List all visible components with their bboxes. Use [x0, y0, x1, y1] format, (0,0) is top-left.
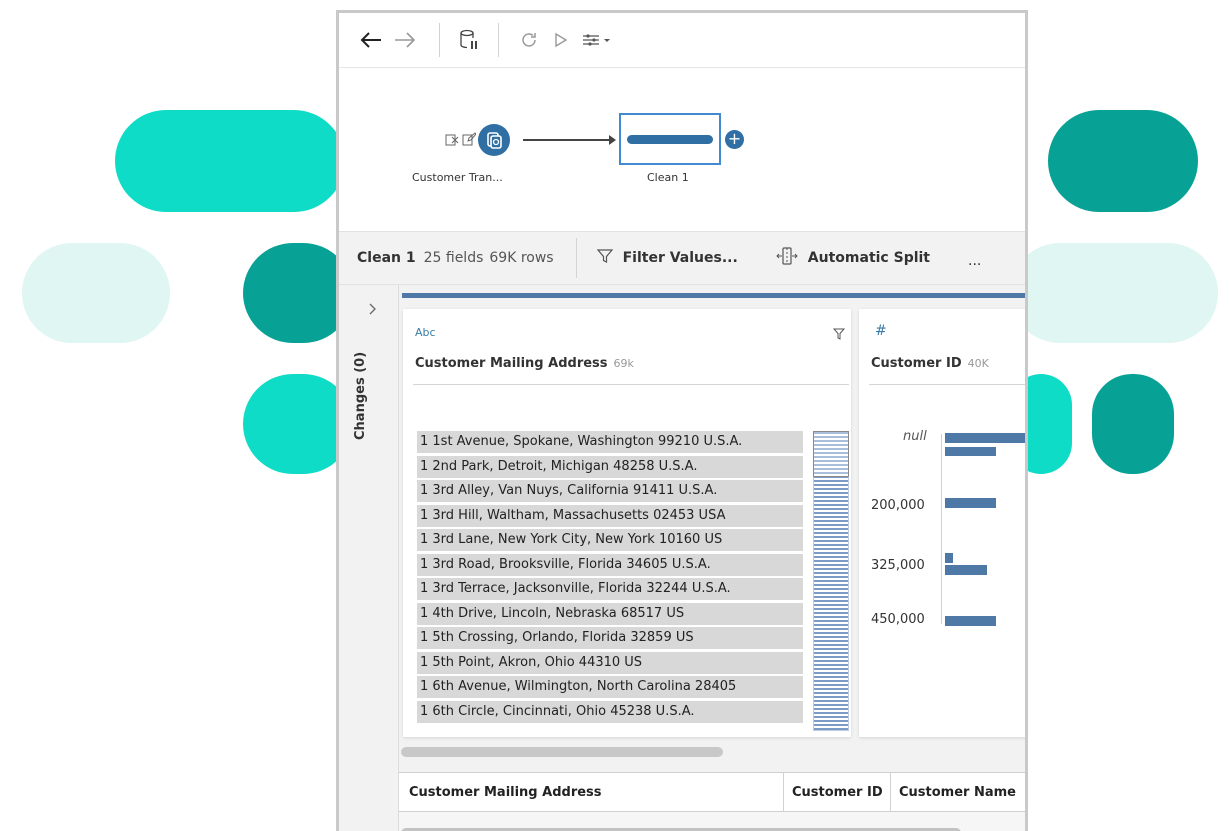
value-row[interactable]: 1 4th Drive, Lincoln, Nebraska 68517 US [417, 602, 803, 625]
card-filter-icon[interactable] [832, 325, 846, 344]
deco-pill-pale-right [1010, 243, 1218, 343]
deco-pill-pale-left [22, 243, 170, 343]
field-count: 25 fields [423, 250, 484, 266]
number-type-icon[interactable]: # [875, 323, 887, 339]
card-header-divider [869, 384, 1025, 385]
histogram-bar[interactable] [945, 447, 996, 456]
column-title-customer-id: Customer ID 40K [871, 356, 989, 371]
value-row[interactable]: 1 3rd Alley, Van Nuys, California 91411 … [417, 480, 803, 502]
histogram-bar[interactable] [945, 616, 996, 626]
step-header-divider [575, 238, 577, 278]
column-name: Customer ID [871, 356, 962, 371]
value-row[interactable]: 1 1st Avenue, Spokane, Washington 99210 … [417, 431, 803, 453]
distinct-count: 69k [613, 357, 634, 370]
input-node[interactable] [478, 124, 510, 156]
axis-label: 325,000 [871, 558, 925, 573]
forward-arrow-icon[interactable] [385, 25, 425, 55]
axis-label-null: null [903, 429, 927, 444]
pause-data-updates-icon[interactable] [454, 25, 484, 55]
refresh-icon[interactable] [513, 25, 545, 55]
toolbar-divider [498, 23, 499, 57]
value-row[interactable]: 1 6th Circle, Cincinnati, Ohio 45238 U.S… [417, 700, 803, 723]
histogram-bar[interactable] [945, 433, 1025, 443]
grid-header-customer-id[interactable]: Customer ID [784, 773, 891, 813]
profile-card-mailing-address[interactable]: Abc Customer Mailing Address 69k 1 1st Av… [403, 309, 851, 737]
add-step-icon[interactable]: + [725, 130, 744, 149]
filter-icon [596, 248, 613, 268]
card-header-divider [413, 384, 849, 385]
step-color-rule [402, 293, 1025, 298]
filter-values-button[interactable]: Filter Values... [596, 248, 738, 268]
profile-pane: Abc Customer Mailing Address 69k 1 1st Av… [399, 285, 1025, 831]
profile-card-customer-id[interactable]: # Customer ID 40K null 200,000 325,000 45… [859, 309, 1025, 737]
value-row[interactable]: 1 5th Point, Akron, Ohio 44310 US [417, 651, 803, 674]
clean-node-label: Clean 1 [647, 171, 689, 184]
back-arrow-icon[interactable] [357, 25, 385, 55]
screenshot-stage: Customer Tran... + Clean 1 Clean 1 25 fi… [0, 0, 1230, 831]
split-icon [776, 247, 798, 269]
axis-label: 200,000 [871, 498, 925, 513]
deco-pill-dark-right-small [1092, 374, 1174, 474]
value-row[interactable]: 1 3rd Road, Brooksville, Florida 34605 U… [417, 553, 803, 576]
grid-header-mailing-address[interactable]: Customer Mailing Address [399, 773, 784, 813]
histogram-bar[interactable] [945, 553, 953, 563]
automatic-split-label: Automatic Split [807, 250, 931, 266]
summary-scroll-thumb[interactable] [813, 431, 849, 477]
input-node-label: Customer Tran... [412, 171, 503, 184]
toolbar-divider [439, 23, 440, 57]
flow-connector-arrowhead [609, 135, 616, 145]
step-name: Clean 1 [357, 250, 416, 266]
axis-label: 450,000 [871, 612, 925, 627]
more-actions-button[interactable]: ... [968, 253, 981, 269]
histogram-axis [941, 434, 942, 624]
value-row[interactable]: 1 3rd Lane, New York City, New York 1016… [417, 529, 803, 551]
string-type-icon[interactable]: Abc [415, 326, 436, 339]
expand-chevron-icon[interactable] [369, 303, 377, 319]
value-row[interactable]: 1 3rd Hill, Waltham, Massachusetts 02453… [417, 504, 803, 527]
clean-step-bar [627, 135, 713, 144]
flow-connector [523, 139, 611, 141]
changes-label[interactable]: Changes (0) [353, 352, 368, 440]
value-row[interactable]: 1 3rd Terrace, Jacksonville, Florida 322… [417, 578, 803, 600]
histogram-bar[interactable] [945, 565, 987, 575]
changes-sidebar: Changes (0) [339, 285, 399, 831]
column-name: Customer Mailing Address [415, 356, 608, 371]
deco-pill-teal-left [115, 110, 345, 212]
remove-icon[interactable] [445, 132, 459, 146]
profile-horizontal-scrollbar[interactable] [401, 747, 723, 757]
filter-values-label: Filter Values... [622, 250, 738, 266]
options-icon[interactable] [577, 25, 617, 55]
histogram-bar[interactable] [945, 498, 996, 508]
column-title-mailing-address: Customer Mailing Address 69k [415, 356, 634, 371]
clean-step-node[interactable] [619, 113, 721, 165]
grid-header-customer-name[interactable]: Customer Name [891, 773, 1025, 813]
edit-icon[interactable] [462, 131, 477, 146]
run-flow-icon[interactable] [545, 25, 577, 55]
automatic-split-button[interactable]: Automatic Split [776, 247, 930, 269]
value-row[interactable]: 1 5th Crossing, Orlando, Florida 32859 U… [417, 627, 803, 649]
data-grid-header: Customer Mailing Address Customer ID Cus… [399, 772, 1025, 813]
distinct-count: 40K [967, 357, 989, 370]
value-row[interactable]: 1 2nd Park, Detroit, Michigan 48258 U.S.… [417, 455, 803, 478]
deco-pill-dark-right [1048, 110, 1198, 212]
toolbar [339, 13, 1025, 68]
row-count: 69K rows [489, 250, 554, 266]
value-row[interactable]: 1 6th Avenue, Wilmington, North Carolina… [417, 676, 803, 698]
flow-pane: Customer Tran... + Clean 1 [339, 68, 1025, 231]
step-header: Clean 1 25 fields 69K rows Filter Values… [339, 231, 1025, 285]
prep-builder-window: Customer Tran... + Clean 1 Clean 1 25 fi… [336, 10, 1028, 831]
